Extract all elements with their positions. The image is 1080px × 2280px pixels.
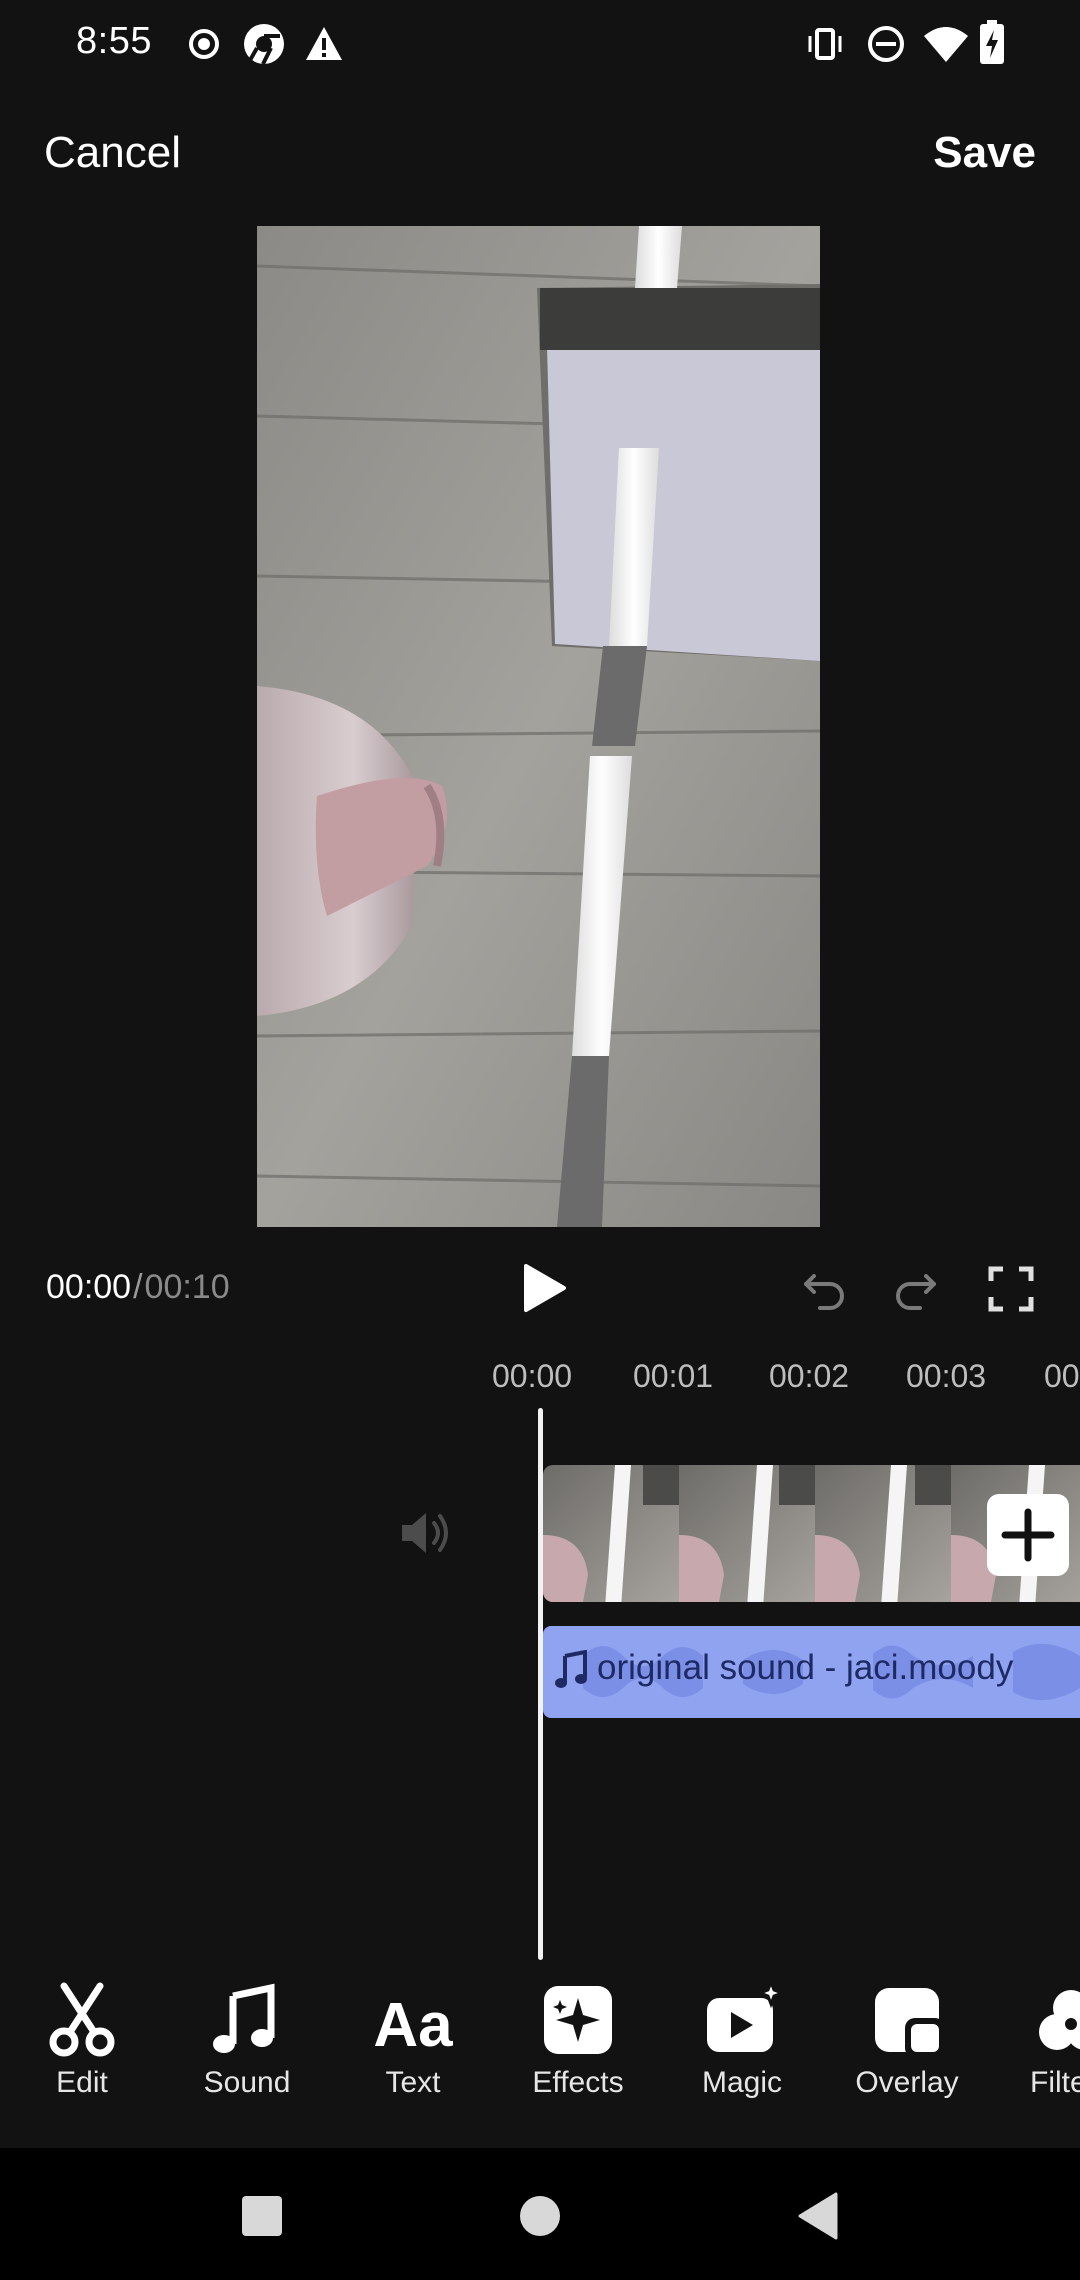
wifi-icon — [924, 27, 968, 62]
filter-icon — [1039, 1990, 1080, 2050]
tool-filters[interactable]: Filte — [997, 1980, 1080, 2100]
tool-effects[interactable]: Effects — [503, 1980, 653, 2100]
battery-charging-icon — [980, 20, 1004, 64]
magic-video-icon — [707, 1980, 785, 2052]
music-note-icon — [555, 1650, 587, 1688]
time-readout: 00:00/00:10 — [46, 1268, 230, 1307]
video-preview[interactable] — [257, 226, 820, 1227]
svg-text:Aa: Aa — [373, 1991, 453, 2060]
scissors-icon — [49, 1982, 115, 2057]
tool-label: Text — [385, 2066, 441, 2099]
tool-sound[interactable]: Sound — [172, 1980, 322, 2100]
cancel-button[interactable]: Cancel — [44, 128, 181, 178]
undo-icon[interactable] — [800, 1264, 848, 1312]
sound-track-label: original sound - jaci.moody — [597, 1648, 1014, 1687]
tool-text[interactable]: Aa Text — [338, 1980, 488, 2100]
record-icon — [189, 29, 219, 59]
play-icon[interactable] — [518, 1262, 570, 1314]
time-separator: / — [133, 1268, 143, 1306]
fullscreen-icon[interactable] — [988, 1266, 1034, 1312]
vibrate-icon — [808, 28, 842, 60]
chrome-icon — [244, 24, 284, 65]
text-icon: Aa — [373, 1991, 453, 2060]
warning-icon — [306, 27, 342, 60]
tool-edit[interactable]: Edit — [7, 1980, 157, 2100]
music-note-icon — [213, 1983, 275, 2053]
sparkle-effects-icon — [544, 1986, 612, 2054]
tool-overlay[interactable]: Overlay — [832, 1980, 982, 2100]
back-icon[interactable] — [796, 2192, 840, 2240]
ruler-tick: 00:00 — [492, 1358, 573, 1394]
sound-track[interactable]: original sound - jaci.moody — [543, 1626, 1080, 1718]
current-time: 00:00 — [46, 1268, 132, 1306]
tool-label: Overlay — [855, 2066, 959, 2099]
tool-magic[interactable]: Magic — [667, 1980, 817, 2100]
status-time: 8:55 — [76, 20, 152, 62]
add-clip-button[interactable] — [987, 1494, 1069, 1576]
tool-label: Edit — [56, 2066, 108, 2099]
status-bar: 8:55 — [0, 0, 1080, 88]
playhead[interactable] — [538, 1408, 543, 1960]
overlay-icon — [875, 1988, 945, 2058]
mute-original-sound-icon[interactable] — [398, 1508, 452, 1558]
do-not-disturb-icon — [868, 26, 904, 62]
tool-label: Magic — [701, 2066, 783, 2099]
video-frame-image — [257, 226, 820, 1227]
ruler-tick: 00:03 — [906, 1358, 987, 1394]
tool-label: Sound — [203, 2066, 291, 2099]
save-button[interactable]: Save — [933, 128, 1036, 178]
home-icon[interactable] — [518, 2194, 562, 2238]
ruler-tick: 00 — [1044, 1358, 1080, 1394]
ruler-tick: 00:02 — [769, 1358, 850, 1394]
ruler-tick: 00:01 — [633, 1358, 714, 1394]
plus-icon — [1001, 1508, 1055, 1562]
recent-apps-icon[interactable] — [240, 2194, 284, 2238]
system-nav-bar — [0, 2148, 1080, 2280]
redo-icon[interactable] — [892, 1264, 940, 1312]
tool-label: Effects — [532, 2066, 624, 2099]
total-time: 00:10 — [144, 1268, 230, 1306]
tool-label: Filte — [1030, 2066, 1080, 2099]
